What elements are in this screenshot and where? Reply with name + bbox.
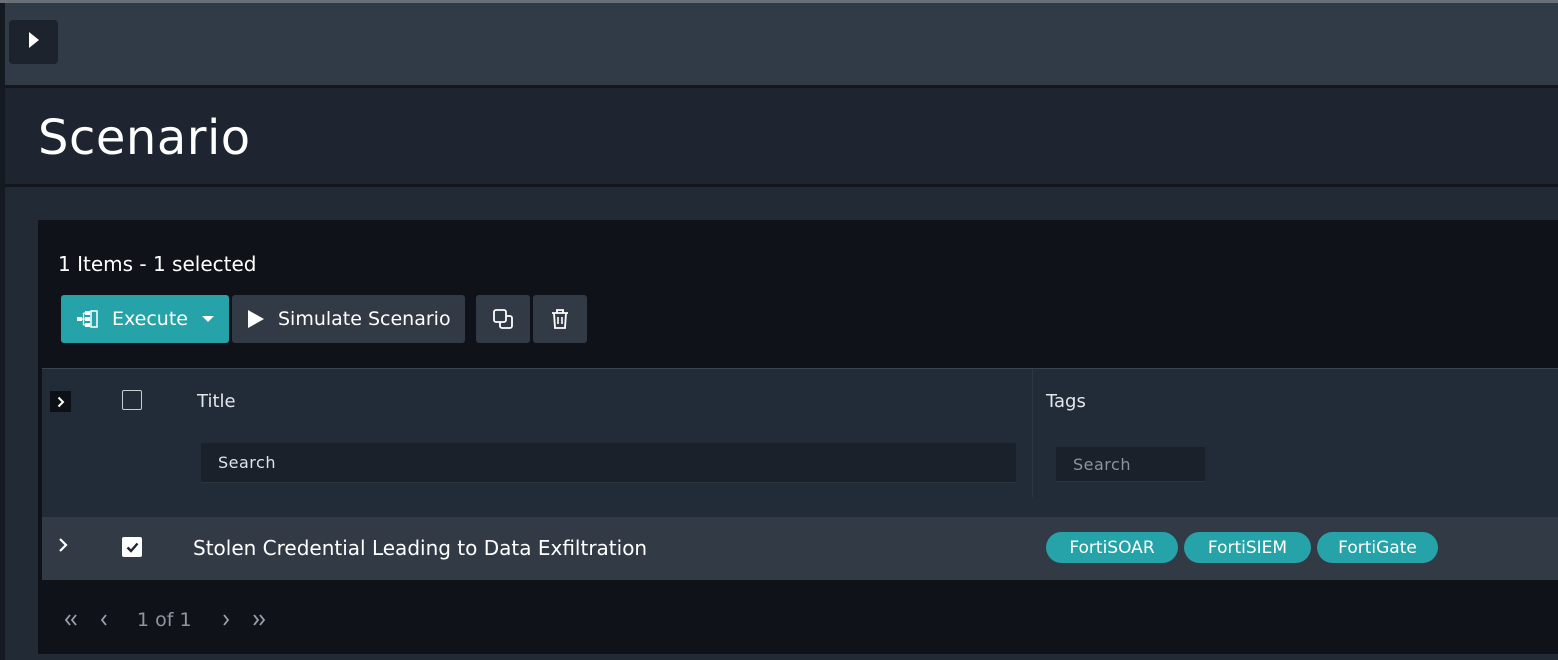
scenario-list-panel: 1 Items - 1 selected Execute Simulate Sc…	[38, 220, 1558, 654]
items-count: 1 Items - 1 selected	[58, 252, 257, 276]
sidebar-toggle-button[interactable]	[9, 20, 58, 64]
clone-button[interactable]	[476, 295, 530, 343]
data-grid-header: Title Tags	[42, 368, 1558, 517]
row-title[interactable]: Stolen Credential Leading to Data Exfilt…	[193, 536, 647, 560]
title-search-input[interactable]	[201, 443, 1016, 483]
simulate-label: Simulate Scenario	[278, 308, 451, 330]
caret-down-icon[interactable]	[201, 315, 215, 323]
chevron-left-icon	[100, 614, 108, 626]
row-checkbox[interactable]	[122, 537, 142, 557]
double-chevron-left-icon	[64, 614, 78, 626]
execute-button[interactable]: Execute	[61, 295, 229, 343]
page-header: Scenario	[5, 88, 1558, 184]
last-page-button[interactable]	[252, 605, 266, 635]
column-header-tags[interactable]: Tags	[1046, 391, 1086, 412]
top-bar	[5, 3, 1558, 85]
table-row[interactable]: Stolen Credential Leading to Data Exfilt…	[42, 517, 1558, 580]
double-chevron-right-icon	[252, 614, 266, 626]
select-all-checkbox[interactable]	[122, 390, 142, 410]
simulate-scenario-button[interactable]: Simulate Scenario	[232, 295, 465, 343]
first-page-button[interactable]	[64, 605, 78, 635]
next-page-button[interactable]	[222, 605, 230, 635]
delete-button[interactable]	[533, 295, 587, 343]
tags-search-input[interactable]	[1056, 447, 1205, 482]
prev-page-button[interactable]	[100, 605, 108, 635]
tag-badge[interactable]: FortiGate	[1317, 532, 1438, 563]
chevron-right-icon	[222, 614, 230, 626]
tag-badge[interactable]: FortiSIEM	[1184, 532, 1311, 563]
page-title: Scenario	[38, 110, 251, 166]
expand-all-button[interactable]	[50, 391, 71, 412]
trash-icon	[550, 308, 570, 330]
column-header-title[interactable]: Title	[197, 391, 236, 412]
play-right-icon	[28, 31, 40, 54]
checkmark-icon	[126, 542, 139, 553]
tag-badge[interactable]: FortiSOAR	[1046, 532, 1178, 563]
clone-icon	[492, 308, 514, 330]
execute-label: Execute	[112, 308, 188, 330]
column-divider	[1032, 369, 1033, 497]
workflow-icon	[76, 309, 98, 329]
page-info: 1 of 1	[137, 609, 192, 631]
play-icon	[247, 309, 265, 329]
row-expand-icon[interactable]	[58, 537, 68, 553]
chevron-right-icon	[57, 396, 65, 408]
